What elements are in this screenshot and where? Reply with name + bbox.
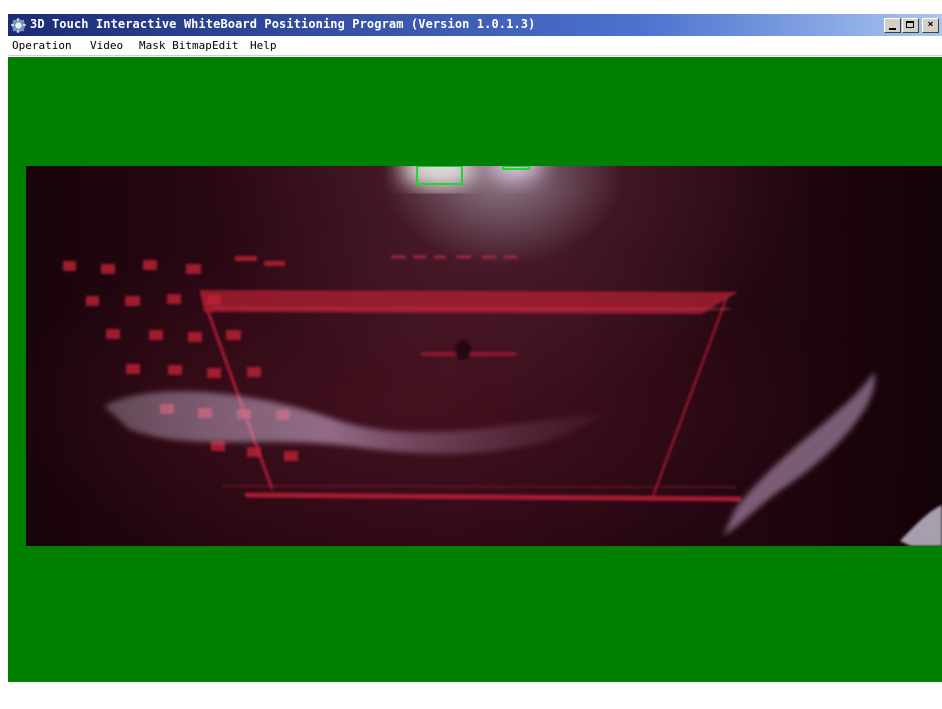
menu-mask-bitmap[interactable]: Mask Bitmap [139,38,212,54]
close-icon: × [927,19,934,30]
maximize-button[interactable] [902,18,919,33]
menu-help[interactable]: Help [250,38,277,54]
menu-edit[interactable]: Edit [212,38,239,54]
close-button[interactable]: × [922,18,939,33]
minimize-button[interactable] [884,18,901,33]
menu-operation[interactable]: Operation [12,38,72,54]
interactive-whiteboard-icon [11,18,26,33]
window-title: 3D Touch Interactive WhiteBoard Position… [30,17,536,31]
window-controls: × [884,18,942,34]
maximize-icon [906,21,914,28]
camera-feed-image [26,166,942,546]
menu-bar: Operation Video Mask Bitmap Edit Help [8,36,942,56]
application-window: 3D Touch Interactive WhiteBoard Position… [0,0,942,709]
camera-preview [26,166,942,546]
positioning-workspace[interactable] [8,57,942,682]
title-bar[interactable]: 3D Touch Interactive WhiteBoard Position… [8,14,942,36]
minimize-icon [889,28,896,30]
menu-video[interactable]: Video [90,38,123,54]
